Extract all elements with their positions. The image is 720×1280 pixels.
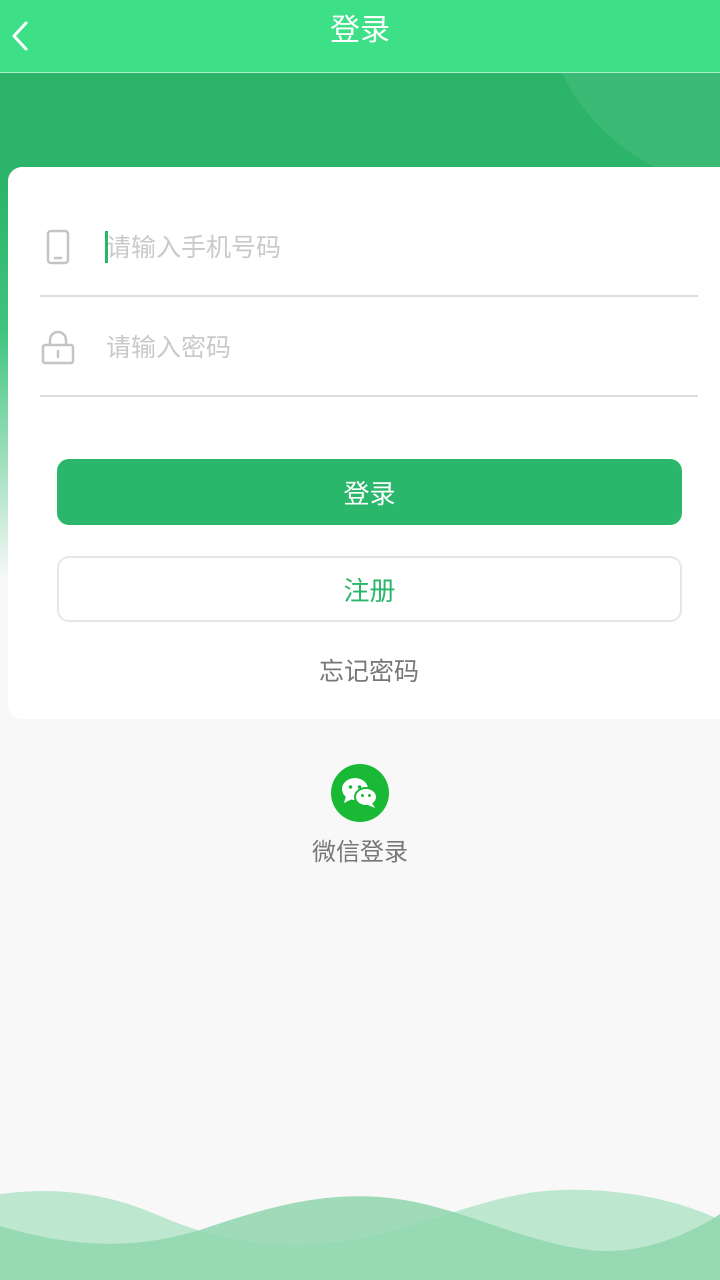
wechat-login-label: 微信登录 (312, 838, 408, 866)
password-field (40, 297, 698, 397)
decorative-waves (0, 1189, 720, 1280)
login-button[interactable]: 登录 (57, 459, 682, 525)
phone-input[interactable] (106, 221, 666, 273)
password-input[interactable] (106, 321, 666, 373)
forgot-password-link[interactable]: 忘记密码 (8, 652, 720, 688)
page-title: 登录 (330, 13, 390, 48)
register-button[interactable]: 注册 (57, 556, 682, 622)
text-cursor (105, 231, 108, 263)
login-page: 登录 登录 注册 忘记密码 (0, 0, 720, 1280)
wechat-icon (331, 764, 389, 822)
lock-icon (40, 327, 76, 367)
phone-icon (40, 227, 76, 267)
phone-field (40, 197, 698, 297)
navbar: 登录 (0, 0, 720, 73)
login-card: 登录 注册 忘记密码 (8, 167, 720, 719)
wechat-login-button[interactable]: 微信登录 (300, 762, 420, 872)
